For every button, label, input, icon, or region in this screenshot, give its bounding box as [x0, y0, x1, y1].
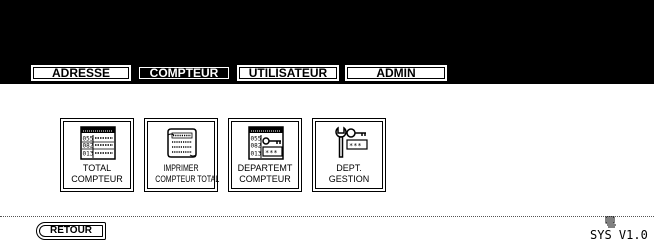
dept-counter-code-3: 013 — [251, 151, 262, 158]
tab-adresse-label: ADRESSE — [51, 66, 110, 80]
total-counter-label: TOTAL COMPTEUR — [71, 163, 123, 184]
total-counter-icon: 055 082 013 — [80, 126, 116, 160]
tab-admin-label: ADMIN — [376, 66, 416, 80]
gestion-password-stars: *** — [349, 142, 362, 150]
tab-compteur[interactable]: COMPTEUR — [136, 64, 232, 82]
total-counter-button[interactable]: 055 082 013 TOTAL COMPTEUR — [60, 118, 134, 192]
footer-divider — [0, 216, 654, 217]
department-management-icon: *** — [335, 126, 368, 158]
tab-utilisateur[interactable]: UTILISATEUR — [236, 64, 340, 82]
department-counter-button[interactable]: 055 082 013 *** DEPARTEMT COMPTEUR — [228, 118, 302, 192]
dept-counter-code-1: 055 — [251, 136, 262, 143]
print-counter-button[interactable]: IMPRIMER COMPTEUR TOTAL — [144, 118, 220, 192]
department-counter-label: DEPARTEMT COMPTEUR — [237, 163, 293, 184]
counter-code-1: 055 — [83, 136, 94, 143]
dept-password-stars: *** — [265, 149, 278, 157]
department-management-label: DEPT. GESTION — [328, 163, 370, 184]
department-counter-icon: 055 082 013 *** — [248, 126, 284, 160]
tab-utilisateur-label: UTILISATEUR — [248, 66, 328, 80]
print-counter-icon — [167, 128, 197, 158]
machine-status-icon — [605, 216, 616, 228]
version-text: SYS V1.0 — [590, 228, 648, 242]
back-button-label: RETOUR — [49, 225, 93, 236]
tab-adresse[interactable]: ADRESSE — [30, 64, 132, 82]
tab-admin[interactable]: ADMIN — [344, 64, 448, 82]
department-management-button[interactable]: *** DEPT. GESTION — [312, 118, 386, 192]
right-margin — [654, 0, 668, 244]
print-counter-label: IMPRIMER COMPTEUR TOTAL — [155, 163, 220, 184]
counter-code-2: 082 — [83, 143, 94, 150]
dept-counter-code-2: 082 — [251, 143, 262, 150]
counter-code-3: 013 — [83, 151, 94, 158]
tab-compteur-label: COMPTEUR — [149, 66, 219, 80]
back-button[interactable]: RETOUR — [36, 222, 106, 240]
